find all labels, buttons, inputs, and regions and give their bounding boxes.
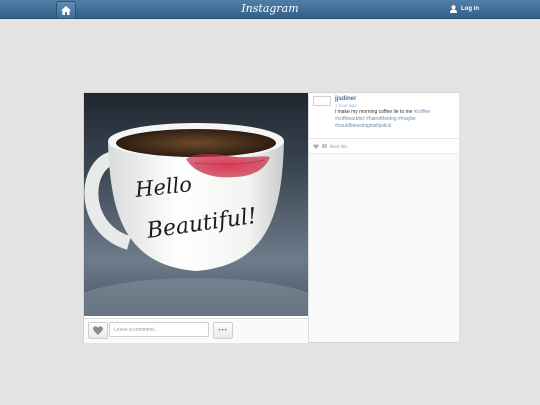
likes-row: liked this bbox=[309, 139, 459, 154]
avatar[interactable] bbox=[313, 96, 331, 106]
login-link[interactable]: Log in bbox=[450, 1, 479, 17]
caption-text: i make my morning coffee lie to me #coff… bbox=[335, 109, 455, 130]
comment-input[interactable] bbox=[109, 322, 209, 337]
hashtag-link[interactable]: #coffee bbox=[414, 109, 430, 115]
caption-body: i make my morning coffee lie to me bbox=[335, 109, 413, 115]
login-label: Log in bbox=[461, 6, 479, 12]
liker-avatar[interactable] bbox=[322, 144, 327, 148]
heart-icon bbox=[313, 143, 319, 149]
coffee-mug-photo: Hello Beautiful! bbox=[84, 93, 308, 316]
heart-icon bbox=[93, 326, 103, 335]
top-navigation-bar: Instagram Log in bbox=[0, 0, 540, 19]
hashtag-link[interactable]: #hairofthedog bbox=[366, 116, 397, 122]
post-action-bar: ••• bbox=[84, 318, 308, 343]
likes-label: liked this bbox=[330, 143, 348, 149]
hashtag-link[interactable]: #coffeeaddict bbox=[335, 116, 365, 122]
hashtag-link[interactable]: #maybe bbox=[398, 116, 416, 122]
more-options-button[interactable]: ••• bbox=[213, 322, 233, 339]
post-card: Hello Beautiful! ••• jjsdiner 1 hour ago… bbox=[83, 92, 459, 343]
post-photo[interactable]: Hello Beautiful! bbox=[84, 93, 308, 316]
hashtag-link[interactable]: #couldbelastnightslipstick bbox=[335, 123, 391, 129]
post-caption: jjsdiner 1 hour ago i make my morning co… bbox=[309, 93, 459, 139]
user-icon bbox=[450, 5, 457, 13]
like-button[interactable] bbox=[88, 322, 108, 339]
username-link[interactable]: jjsdiner bbox=[335, 96, 455, 103]
post-sidebar: jjsdiner 1 hour ago i make my morning co… bbox=[308, 93, 459, 342]
